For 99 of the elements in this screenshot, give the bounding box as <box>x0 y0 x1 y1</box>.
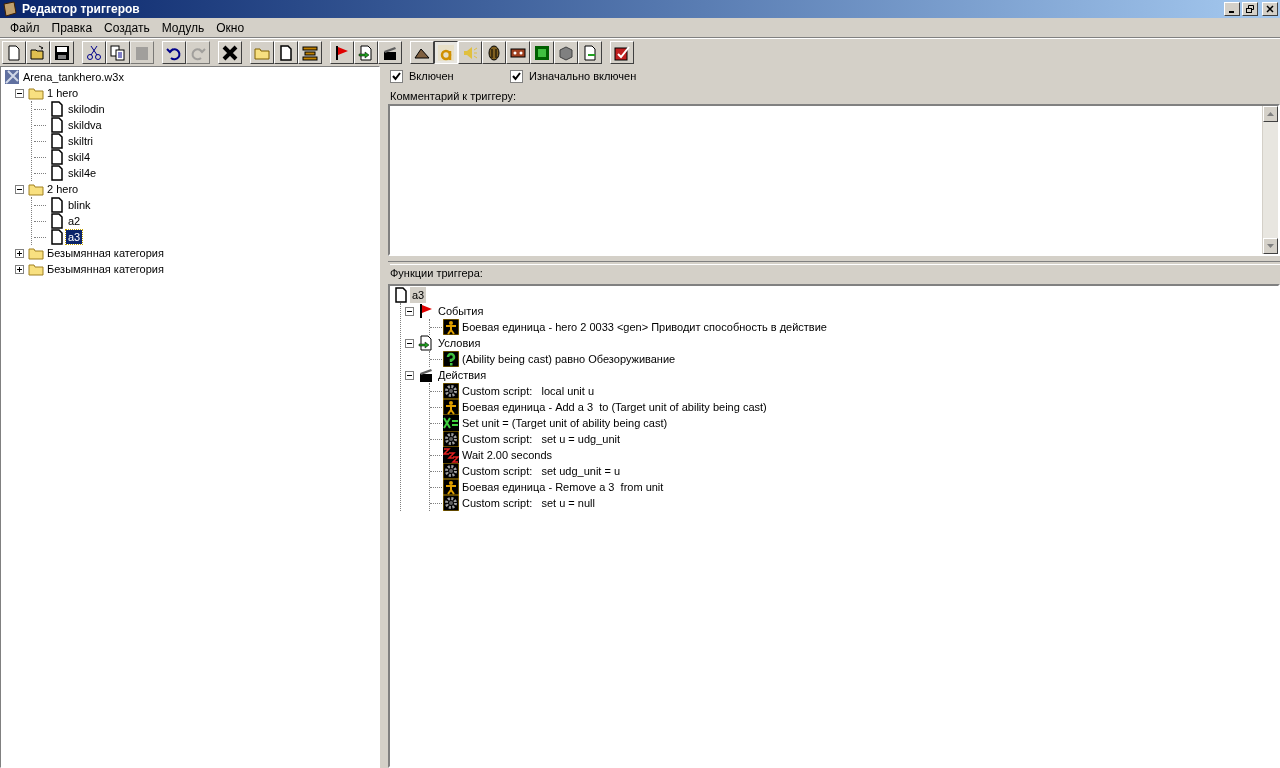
document-icon <box>49 213 65 229</box>
checkbox-label: Изначально включен <box>529 68 637 84</box>
flag-icon <box>418 303 434 319</box>
tree-item[interactable]: skil4 <box>66 150 92 164</box>
menu-item[interactable]: Создать <box>98 18 156 37</box>
folder-icon <box>28 85 44 101</box>
tree-item[interactable]: Безымянная категория <box>45 262 166 276</box>
minimize-button[interactable] <box>1224 2 1240 16</box>
restore-button[interactable] <box>1242 2 1258 16</box>
question-icon <box>443 351 459 367</box>
flag-icon <box>334 44 350 61</box>
down-arrow-icon <box>1267 244 1274 248</box>
open-icon <box>30 44 46 61</box>
function-item[interactable]: (Ability being cast) равно Обезоруживание <box>460 350 678 368</box>
function-item[interactable]: Боевая единица - Remove a 3 from unit <box>460 478 666 496</box>
collapse-toggle[interactable] <box>14 88 24 98</box>
condition-icon <box>358 44 374 61</box>
tree-item[interactable]: skil4e <box>66 166 99 180</box>
sound-icon <box>462 44 478 61</box>
document-icon <box>49 117 65 133</box>
tree-item[interactable]: skiltri <box>66 134 96 148</box>
sleep-icon <box>443 447 459 463</box>
scrollbar[interactable] <box>1262 106 1278 254</box>
person-icon <box>443 319 459 335</box>
toolbar-button[interactable] <box>434 41 458 64</box>
up-arrow-icon <box>1267 112 1274 116</box>
tree-item[interactable]: a3 <box>410 286 427 304</box>
comment-label: Комментарий к триггеру: <box>390 89 517 102</box>
collapse-toggle[interactable] <box>404 370 414 380</box>
function-item[interactable]: Custom script: set udg_unit = u <box>460 462 623 480</box>
function-item[interactable]: Боевая единица - hero 2 0033 <gen> Приводит способность в действие <box>460 318 829 336</box>
function-item[interactable]: Custom script: set u = udg_unit <box>460 430 623 448</box>
close-button[interactable] <box>1262 2 1278 16</box>
tree-item[interactable]: skilodin <box>66 102 107 116</box>
new-icon <box>6 44 22 61</box>
gear-icon <box>443 383 459 399</box>
tree-item[interactable]: Arena_tankhero.w3x <box>21 68 126 86</box>
menu-item[interactable]: Правка <box>45 18 99 37</box>
doc-icon <box>278 44 294 61</box>
section-title[interactable]: Условия <box>435 334 484 352</box>
tree-item[interactable]: blink <box>66 198 93 212</box>
gear-icon <box>443 463 459 479</box>
tree-item[interactable]: 2 hero <box>45 182 81 196</box>
paste-icon <box>134 44 150 61</box>
section-title[interactable]: События <box>435 302 487 320</box>
folder-icon <box>28 245 44 261</box>
action-icon <box>382 44 398 61</box>
tree-item[interactable]: 1 hero <box>45 86 81 100</box>
restore-icon <box>1246 5 1254 13</box>
checkbox[interactable] <box>510 69 523 83</box>
tree-item[interactable]: a3 <box>66 230 83 244</box>
folder-icon <box>28 261 44 277</box>
tree-item[interactable]: skildva <box>66 118 104 132</box>
lines-icon <box>302 44 318 61</box>
function-item[interactable]: Custom script: set u = null <box>460 494 597 512</box>
person-icon <box>443 399 459 415</box>
document-icon <box>49 229 65 245</box>
document-icon <box>49 101 65 117</box>
menu-item[interactable]: Окно <box>210 18 251 37</box>
clapperboard-icon <box>418 367 434 383</box>
expand-toggle[interactable] <box>14 264 24 274</box>
text-icon <box>438 44 454 61</box>
document-icon <box>49 149 65 165</box>
folder-icon <box>28 181 44 197</box>
save-icon <box>54 44 70 61</box>
menu-item[interactable]: Файл <box>4 18 46 37</box>
tree-item[interactable]: a2 <box>66 214 83 228</box>
expand-toggle[interactable] <box>14 248 24 258</box>
menu-item[interactable]: Модуль <box>155 18 211 37</box>
function-item[interactable]: Set unit = (Target unit of ability being cast) <box>460 414 670 432</box>
document-icon <box>49 133 65 149</box>
checkbox[interactable] <box>390 69 403 83</box>
document-icon <box>49 197 65 213</box>
gear-icon <box>443 495 459 511</box>
collapse-toggle[interactable] <box>14 184 24 194</box>
function-item[interactable]: Wait 2.00 seconds <box>460 446 555 464</box>
cut-icon <box>86 44 102 61</box>
gear-icon <box>443 431 459 447</box>
checkbox-label: Включен <box>409 68 454 84</box>
document-icon <box>393 287 409 303</box>
import-icon <box>582 44 598 61</box>
test-icon <box>614 44 630 61</box>
variable-icon <box>443 415 459 431</box>
section-title[interactable]: Действия <box>435 366 490 384</box>
delete-icon <box>222 44 238 61</box>
functions-label: Функции триггера: <box>390 264 1280 278</box>
close-icon <box>1266 5 1274 13</box>
function-item[interactable]: Custom script: local unit u <box>460 382 597 400</box>
tree-item[interactable]: Безымянная категория <box>45 246 166 260</box>
condition-icon <box>418 335 434 351</box>
document-icon <box>49 165 65 181</box>
window-title: Редактор триггеров <box>22 1 140 18</box>
function-item[interactable]: Боевая единица - Add a 3 to (Target unit of ability being cast) <box>460 398 769 416</box>
comment-field[interactable] <box>388 104 1280 256</box>
person-icon <box>443 479 459 495</box>
object-icon <box>558 44 574 61</box>
copy-icon <box>110 44 126 61</box>
collapse-toggle[interactable] <box>404 338 414 348</box>
collapse-toggle[interactable] <box>404 306 414 316</box>
